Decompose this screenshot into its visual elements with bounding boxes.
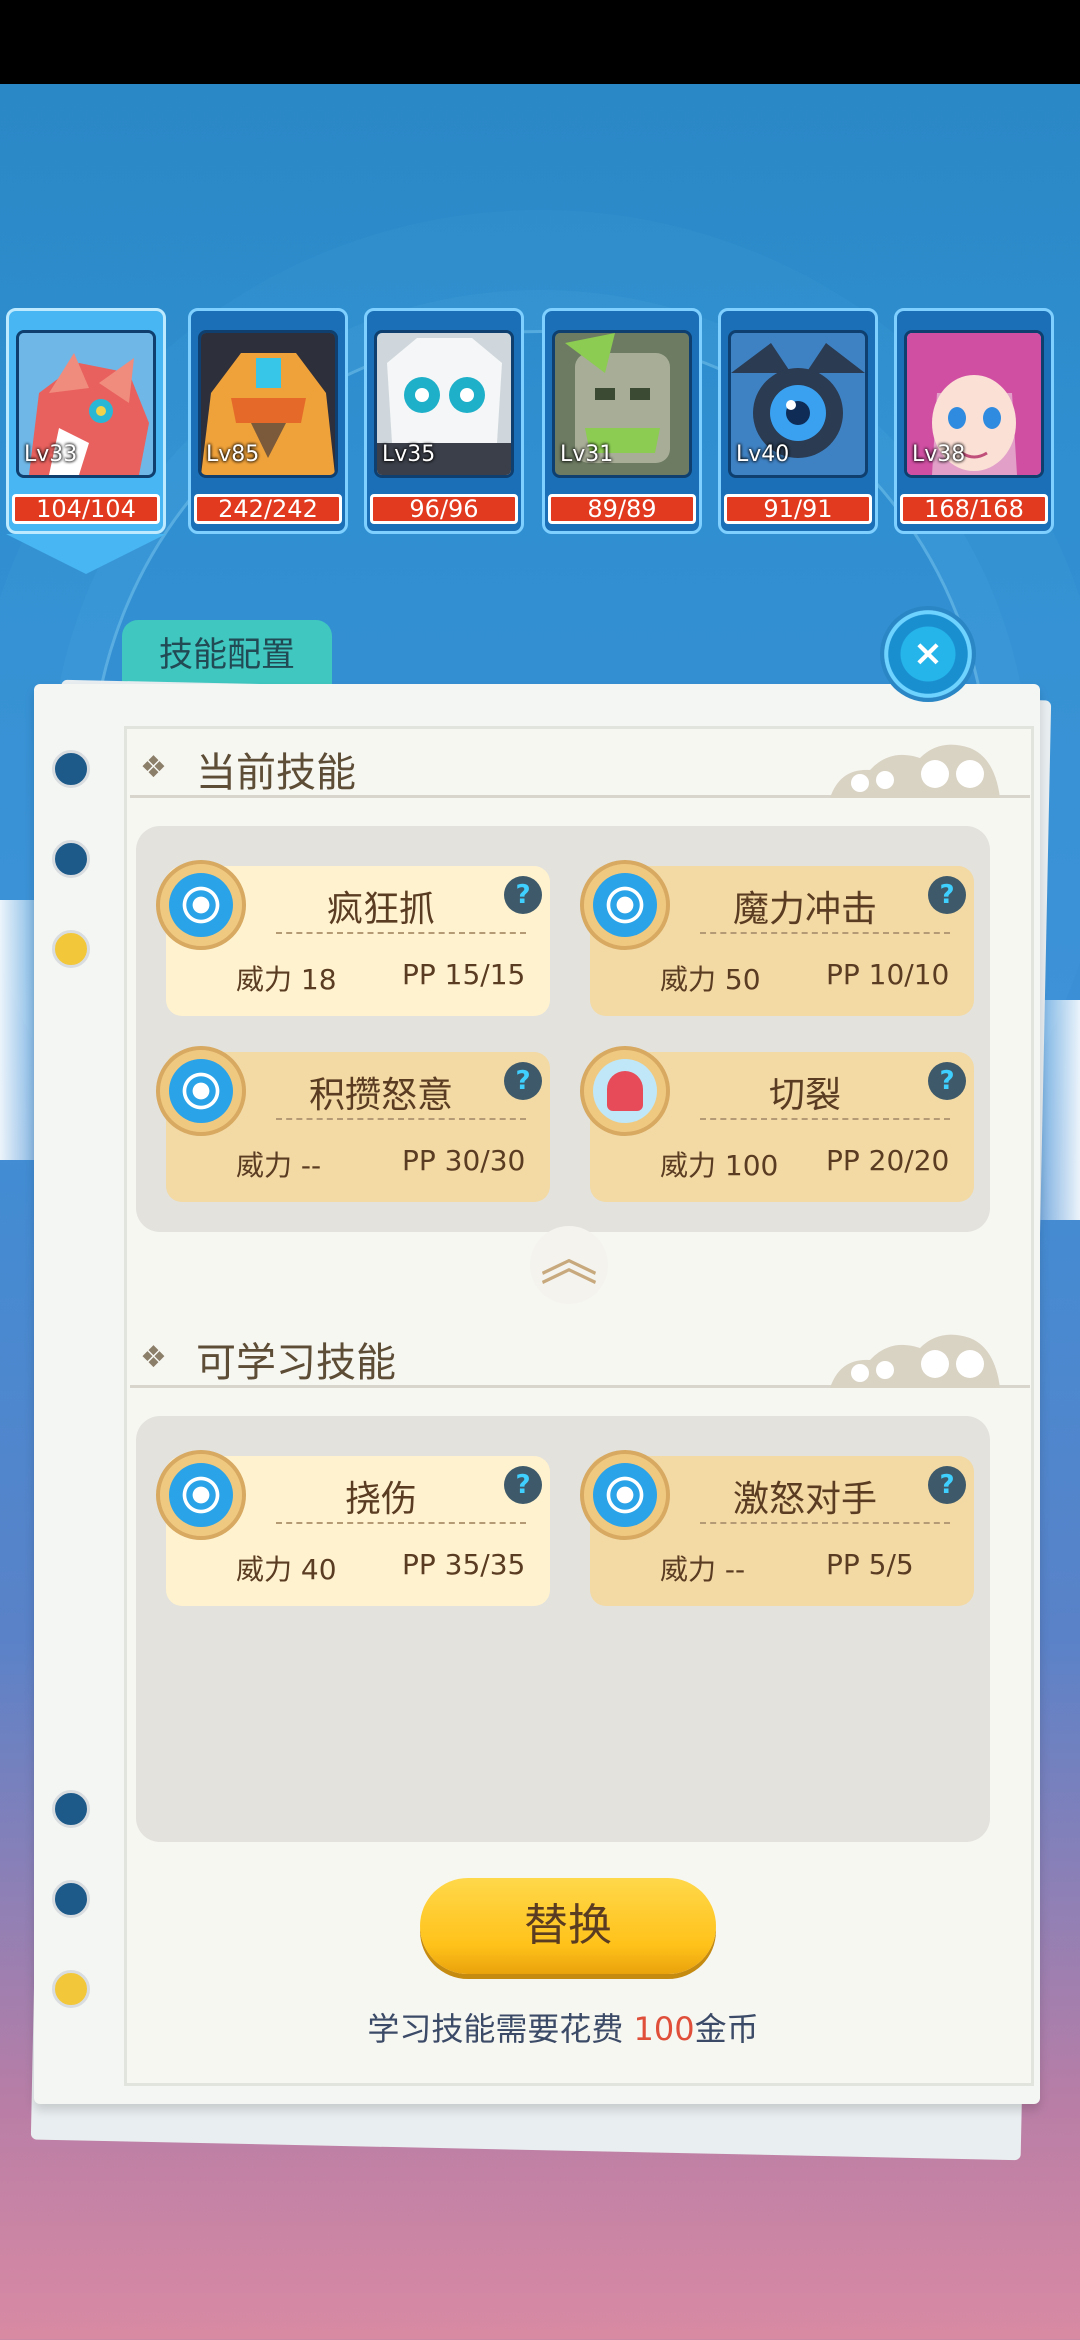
pet-card-2[interactable]: Lv85 242/242 [188, 308, 348, 534]
section-chevron-icon: ❖ [140, 750, 167, 785]
current-skills-header: ❖ 当前技能 [130, 728, 1030, 798]
skill-pp: PP 10/10 [826, 958, 950, 991]
pet-level: Lv40 [736, 442, 790, 467]
binder-ring [52, 930, 90, 968]
help-icon[interactable]: ? [504, 1466, 542, 1504]
section-title: 可学习技能 [196, 1340, 396, 1386]
tab-skill-config[interactable]: 技能配置 [122, 620, 332, 690]
pet-card-4[interactable]: Lv31 89/89 [542, 308, 702, 534]
skill-name: 疯狂抓 [326, 889, 435, 930]
normal-type-icon [156, 860, 246, 950]
skill-pp: PP 5/5 [826, 1548, 914, 1581]
cost-amount: 100 [633, 2010, 695, 2048]
skill-power: 威力 18 [236, 963, 337, 996]
skill-card[interactable]: 疯狂抓 ? 威力 18 PP 15/15 [156, 860, 550, 1016]
skill-card[interactable]: 积攒怒意 ? 威力 -- PP 30/30 [156, 1046, 550, 1202]
skill-name: 激怒对手 [732, 1479, 877, 1520]
cat-eyes-decoration-icon [830, 744, 1000, 798]
skill-pp: PP 15/15 [402, 958, 526, 991]
close-button[interactable]: × [880, 606, 976, 702]
pet-card-3[interactable]: Lv35 96/96 [364, 308, 524, 534]
team-strip: Lv33 104/104 Lv85 242/242 Lv35 96/96 Lv3… [0, 308, 1080, 574]
pet-level: Lv31 [560, 442, 614, 467]
ghost-type-icon [580, 1046, 670, 1136]
binder-ring [52, 1790, 90, 1828]
pet-level: Lv35 [382, 442, 436, 467]
section-chevron-icon: ❖ [140, 1340, 167, 1375]
pet-hp-bar: 96/96 [370, 494, 518, 524]
normal-type-icon [156, 1046, 246, 1136]
active-pet-pointer [6, 534, 166, 574]
section-title: 当前技能 [196, 750, 356, 796]
skill-power: 威力 -- [236, 1149, 322, 1182]
help-icon[interactable]: ? [504, 876, 542, 914]
skill-pp: PP 35/35 [402, 1548, 526, 1581]
normal-type-icon [156, 1450, 246, 1540]
skill-power: 威力 40 [236, 1553, 337, 1586]
learnable-skills-header: ❖ 可学习技能 [130, 1318, 1030, 1388]
skill-power: 威力 -- [660, 1553, 746, 1586]
skill-power: 威力 50 [660, 963, 761, 996]
help-icon[interactable]: ? [504, 1062, 542, 1100]
skill-card[interactable]: 切裂 ? 威力 100 PP 20/20 [580, 1046, 974, 1202]
binder-ring [52, 750, 90, 788]
help-icon[interactable]: ? [928, 1062, 966, 1100]
skill-name: 积攒怒意 [308, 1075, 453, 1116]
binder-ring [52, 840, 90, 878]
help-icon[interactable]: ? [928, 1466, 966, 1504]
pet-level: Lv85 [206, 442, 260, 467]
learnable-skills-area: 挠伤 ? 威力 40 PP 35/35 激怒对手 ? 威力 -- PP 5/5 [136, 1416, 990, 1842]
skill-name: 挠伤 [344, 1479, 417, 1520]
normal-type-icon [580, 1450, 670, 1540]
skill-pp: PP 30/30 [402, 1144, 526, 1177]
binder-ring [52, 1880, 90, 1918]
skill-power: 威力 100 [660, 1149, 779, 1182]
cat-eyes-decoration-icon [830, 1334, 1000, 1388]
learn-cost-text: 学习技能需要花费 100金币 [367, 2010, 759, 2048]
pet-level: Lv33 [24, 442, 78, 467]
skill-pp: PP 20/20 [826, 1144, 950, 1177]
pet-hp-bar: 242/242 [194, 494, 342, 524]
pet-level: Lv38 [912, 442, 966, 467]
collapse-chevron-icon[interactable]: ︽ [530, 1226, 608, 1304]
skill-name: 切裂 [768, 1075, 841, 1116]
replace-button[interactable]: 替换 [420, 1878, 716, 1974]
binder-ring [52, 1970, 90, 2008]
current-skills-area: 疯狂抓 ? 威力 18 PP 15/15 魔力冲击 ? 威力 50 PP 10/… [136, 826, 990, 1232]
skill-name: 魔力冲击 [732, 889, 877, 930]
pet-hp-bar: 104/104 [12, 494, 160, 524]
normal-type-icon [580, 860, 670, 950]
skill-card[interactable]: 激怒对手 ? 威力 -- PP 5/5 [580, 1450, 974, 1606]
pet-card-1[interactable]: Lv33 104/104 [6, 308, 166, 574]
pet-hp-bar: 89/89 [548, 494, 696, 524]
help-icon[interactable]: ? [928, 876, 966, 914]
status-bar [0, 0, 1080, 84]
pet-hp-bar: 168/168 [900, 494, 1048, 524]
skill-card[interactable]: 挠伤 ? 威力 40 PP 35/35 [156, 1450, 550, 1606]
pet-card-6[interactable]: Lv38 168/168 [894, 308, 1054, 534]
pet-card-5[interactable]: Lv40 91/91 [718, 308, 878, 534]
pet-hp-bar: 91/91 [724, 494, 872, 524]
skill-card[interactable]: 魔力冲击 ? 威力 50 PP 10/10 [580, 860, 974, 1016]
